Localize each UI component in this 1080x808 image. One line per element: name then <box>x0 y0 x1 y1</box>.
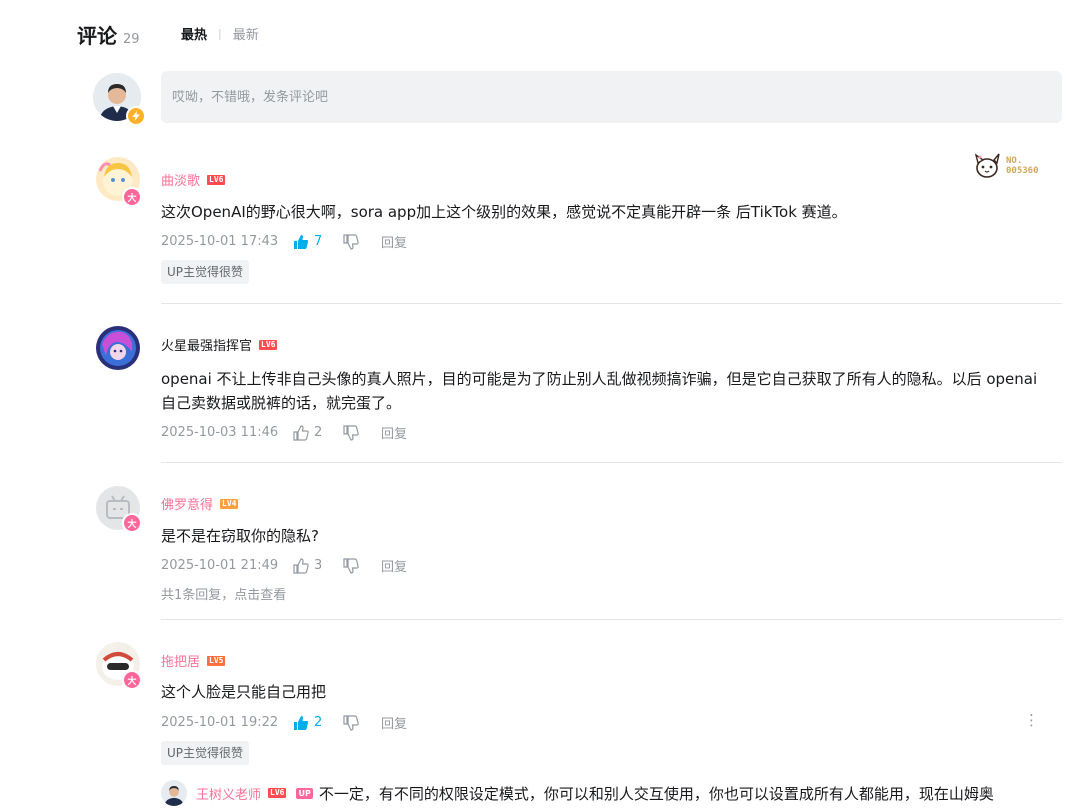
sort-hot-tab[interactable]: 最热 <box>181 24 207 43</box>
comment-username[interactable]: 拖把居 LV5 <box>161 651 226 670</box>
comment-username[interactable]: 曲淡歌 LV6 <box>161 170 226 189</box>
dislike-button[interactable] <box>343 233 381 250</box>
level-badge: LV6 <box>207 174 226 185</box>
comment-text: 这个人脸是只能自己用把 <box>161 683 327 701</box>
like-button[interactable]: 2 <box>293 715 343 731</box>
level-badge: LV6 <box>259 339 278 350</box>
level-badge: LV6 <box>268 788 287 798</box>
username-text[interactable]: 曲淡歌 <box>161 170 200 189</box>
comment-meta: 2025-10-01 19:22 2 回复 <box>161 713 407 732</box>
thumbs-up-icon <box>293 557 309 574</box>
sub-reply-username[interactable]: 王树义老师 <box>196 784 261 803</box>
sort-new-tab[interactable]: 最新 <box>233 24 259 43</box>
sort-tabs: 最热 | 最新 <box>181 24 259 43</box>
up-liked-tag: UP主觉得很赞 <box>161 741 250 765</box>
fan-number-label: NO. <box>1006 156 1023 166</box>
thumbs-up-icon <box>293 424 309 441</box>
dislike-button[interactable] <box>343 557 381 574</box>
vip-badge-icon: 大 <box>122 670 142 690</box>
dislike-button[interactable] <box>343 424 381 441</box>
reply-button[interactable]: 回复 <box>381 713 407 732</box>
comment-text: 这次OpenAI的野心很大啊，sora app加上这个级别的效果，感觉说不定真能… <box>161 203 847 221</box>
comment-meta: 2025-10-01 17:43 7 回复 <box>161 232 407 251</box>
like-button[interactable]: 2 <box>293 424 343 441</box>
comment-username[interactable]: 佛罗意得 LV4 <box>161 494 239 513</box>
comments-header: 评论 29 <box>77 20 140 48</box>
thumbs-down-icon <box>343 424 359 441</box>
comment-text: 是不是在窃取你的隐私? <box>161 527 319 545</box>
username-text[interactable]: 拖把居 <box>161 651 200 670</box>
reply-button[interactable]: 回复 <box>381 556 407 575</box>
username-text[interactable]: 佛罗意得 <box>161 494 213 513</box>
comment-divider <box>161 303 1062 304</box>
vip-badge-icon: 大 <box>122 187 142 207</box>
sort-separator: | <box>218 27 222 40</box>
fan-number: NO. 005360 <box>1006 156 1039 176</box>
lightning-icon <box>126 106 146 126</box>
comment-date: 2025-10-01 17:43 <box>161 234 279 249</box>
thumbs-down-icon <box>343 714 359 731</box>
more-vertical-icon[interactable]: ⋮ <box>1024 711 1039 729</box>
up-liked-tag: UP主觉得很赞 <box>161 260 250 284</box>
comment-meta: 2025-10-03 11:46 2 回复 <box>161 423 407 442</box>
comments-title: 评论 <box>77 24 117 48</box>
fan-number-value: 005360 <box>1006 166 1039 176</box>
up-badge: UP <box>296 787 313 799</box>
comment-avatar[interactable] <box>96 326 140 370</box>
like-count: 2 <box>314 715 323 730</box>
sub-reply-text: 不一定，有不同的权限设定模式，你可以和别人交互使用，你也可以设置成所有人都能用，… <box>318 784 994 803</box>
like-count: 3 <box>314 558 323 573</box>
comment-username[interactable]: 火星最强指挥官 LV6 <box>161 335 278 354</box>
fan-badge: NO. 005360 <box>972 151 1039 181</box>
comment-input[interactable] <box>161 71 1062 123</box>
comment-date: 2025-10-01 21:49 <box>161 558 279 573</box>
like-count: 2 <box>314 425 323 440</box>
comment-divider <box>161 462 1062 463</box>
level-badge: LV5 <box>207 655 226 666</box>
view-replies-link[interactable]: 共1条回复，点击查看 <box>161 584 286 603</box>
comment-date: 2025-10-01 19:22 <box>161 715 279 730</box>
fan-mascot-icon <box>974 153 1000 178</box>
vip-badge-icon: 大 <box>122 513 142 533</box>
like-count: 7 <box>314 234 323 249</box>
thumbs-up-icon <box>294 715 309 730</box>
comments-count: 29 <box>123 32 140 47</box>
comment-date: 2025-10-03 11:46 <box>161 425 279 440</box>
sub-reply: 王树义老师 LV6 UP 不一定，有不同的权限设定模式，你可以和别人交互使用，你… <box>161 780 994 806</box>
reply-button[interactable]: 回复 <box>381 423 407 442</box>
thumbs-down-icon <box>343 233 359 250</box>
dislike-button[interactable] <box>343 714 381 731</box>
comment-input-box[interactable] <box>161 71 1062 123</box>
thumbs-down-icon <box>343 557 359 574</box>
comment-text: openai 不让上传非自己头像的真人照片，目的可能是为了防止别人乱做视频搞诈骗… <box>161 370 1038 412</box>
level-badge: LV4 <box>220 498 239 509</box>
thumbs-up-icon <box>294 234 309 249</box>
like-button[interactable]: 3 <box>293 557 343 574</box>
like-button[interactable]: 7 <box>293 234 343 250</box>
comment-divider <box>161 619 1062 620</box>
reply-button[interactable]: 回复 <box>381 232 407 251</box>
comment-meta: 2025-10-01 21:49 3 回复 <box>161 556 407 575</box>
username-text[interactable]: 火星最强指挥官 <box>161 335 252 354</box>
sub-reply-avatar[interactable] <box>161 780 187 806</box>
